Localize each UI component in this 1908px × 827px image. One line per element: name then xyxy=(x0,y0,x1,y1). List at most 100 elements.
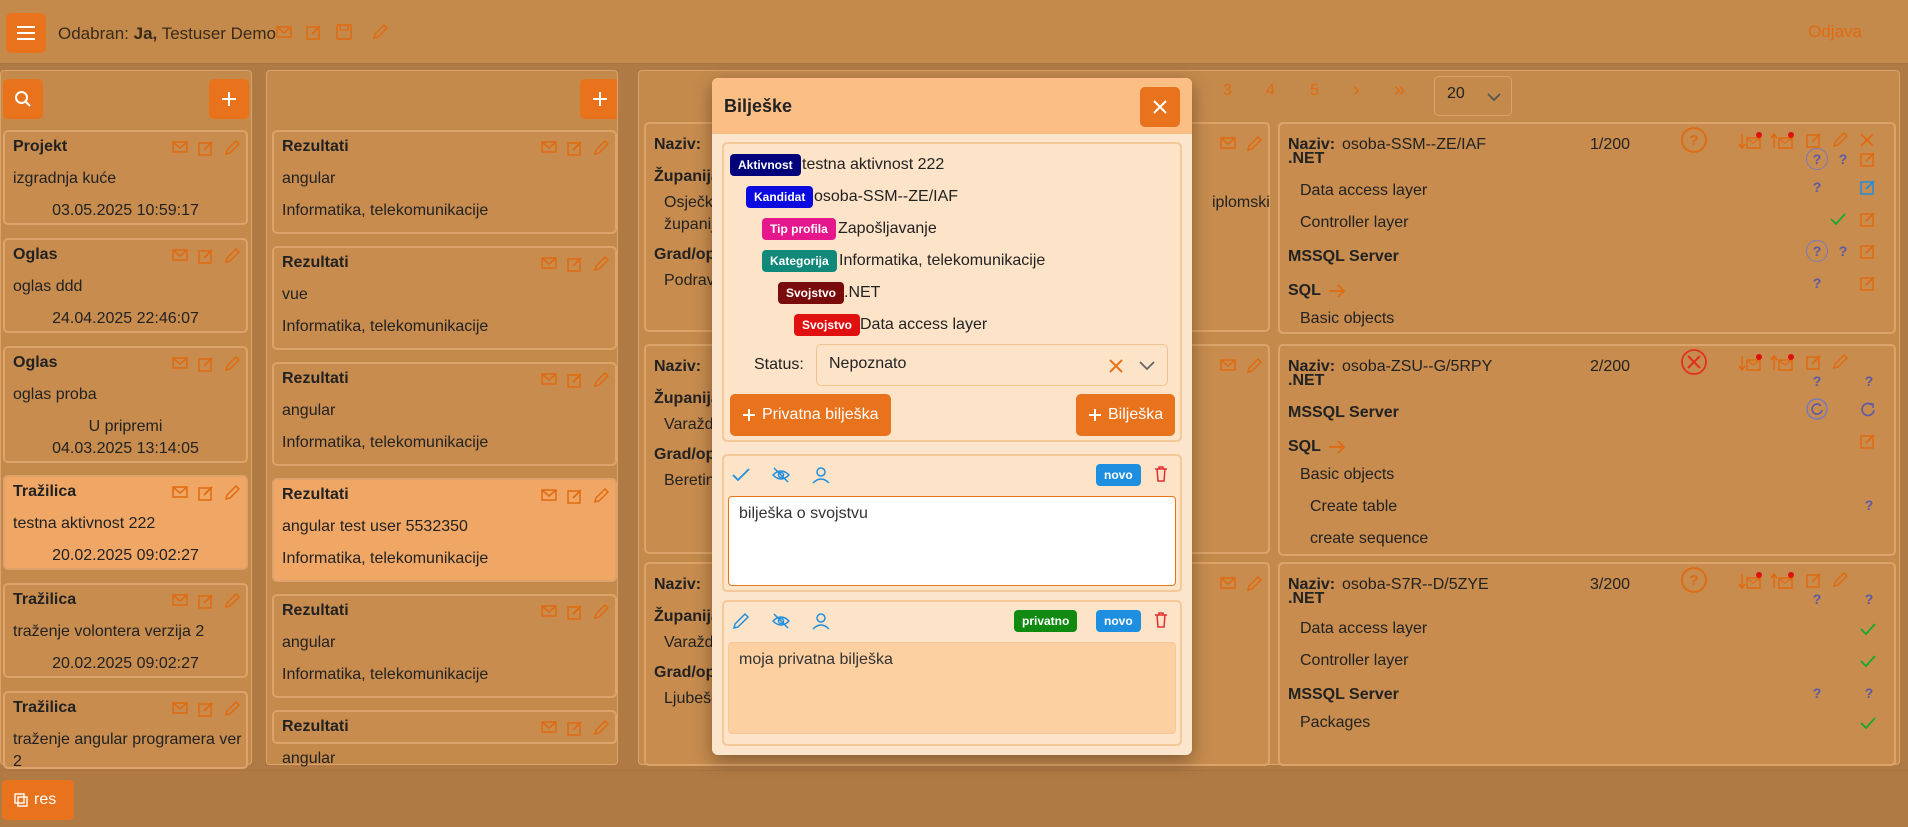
private-note-textarea[interactable]: moja privatna bilješka xyxy=(728,642,1176,734)
edit-icon[interactable] xyxy=(567,488,583,504)
edit-icon[interactable] xyxy=(1860,151,1876,167)
mail-icon[interactable] xyxy=(172,593,188,607)
question-icon[interactable]: ? xyxy=(1858,370,1880,392)
pencil-icon[interactable] xyxy=(593,720,609,736)
pencil-icon[interactable] xyxy=(1832,572,1848,588)
edit-icon[interactable] xyxy=(1860,243,1876,259)
activity-card[interactable]: Tražilica traženje volontera verzija 2 20.… xyxy=(3,583,248,678)
arrow-right-icon[interactable] xyxy=(1328,284,1346,298)
note-button[interactable]: Bilješka xyxy=(1076,394,1176,436)
logout-link[interactable]: Odjava xyxy=(1808,22,1862,42)
last-page[interactable]: » xyxy=(1394,79,1405,102)
user-icon[interactable] xyxy=(812,612,830,630)
download-mail-icon[interactable] xyxy=(1738,132,1762,150)
pencil-icon[interactable] xyxy=(593,140,609,156)
mail-icon[interactable] xyxy=(541,488,557,502)
activity-card[interactable]: Projekt izgradnja kuće 03.05.2025 10:59:17 xyxy=(3,130,248,225)
result-card[interactable]: Rezultati angular Informatika, telekomunik… xyxy=(272,130,617,234)
pencil-icon[interactable] xyxy=(1246,136,1262,152)
pencil-icon[interactable] xyxy=(224,140,240,156)
edit-icon[interactable] xyxy=(567,604,583,620)
page-4[interactable]: 4 xyxy=(1266,82,1275,100)
pencil-icon[interactable] xyxy=(224,485,240,501)
pencil-icon[interactable] xyxy=(1832,132,1848,148)
question-icon[interactable]: ? xyxy=(1858,494,1880,516)
pencil-icon[interactable] xyxy=(1246,576,1262,592)
note-textarea[interactable]: bilješka o svojstvu xyxy=(728,496,1176,586)
status-unknown-icon[interactable]: ? xyxy=(1806,240,1828,262)
mail-icon[interactable] xyxy=(1220,576,1236,590)
question-icon[interactable]: ? xyxy=(1680,126,1708,154)
edit-icon[interactable] xyxy=(198,140,214,156)
result-card[interactable]: Rezultati vue Informatika, telekomunikacij… xyxy=(272,246,617,350)
mail-icon[interactable] xyxy=(1220,136,1236,150)
edit-icon[interactable] xyxy=(198,701,214,717)
mail-icon[interactable] xyxy=(541,256,557,270)
download-mail-icon[interactable] xyxy=(1738,572,1762,590)
pencil-icon[interactable] xyxy=(732,612,750,630)
skills-card[interactable]: Naziv: osoba-S7R--D/5ZYE 3/200? .NET Data ac… xyxy=(1278,562,1896,766)
pencil-icon[interactable] xyxy=(1832,354,1848,370)
edit-icon[interactable] xyxy=(198,593,214,609)
activity-card[interactable]: Tražilica testna aktivnost 222 20.02.2025 … xyxy=(3,475,248,570)
edit-icon[interactable] xyxy=(198,356,214,372)
edit-icon[interactable] xyxy=(1860,275,1876,291)
mail-icon[interactable] xyxy=(172,485,188,499)
question-icon[interactable]: ? xyxy=(1806,370,1828,392)
question-icon[interactable]: ? xyxy=(1858,682,1880,704)
mail-icon[interactable] xyxy=(172,701,188,715)
add-button[interactable] xyxy=(580,79,617,119)
edit-icon[interactable] xyxy=(198,485,214,501)
mail-icon[interactable] xyxy=(541,372,557,386)
result-card[interactable]: Rezultati angular Informatika, telekomunik… xyxy=(272,594,617,698)
reject-icon[interactable] xyxy=(1680,348,1708,376)
upload-mail-icon[interactable] xyxy=(1770,572,1794,590)
page-3[interactable]: 3 xyxy=(1223,82,1232,100)
pencil-icon[interactable] xyxy=(224,248,240,264)
skills-card[interactable]: Naziv: osoba-ZSU--G/5RPY 2/200 .NET MSSQL Se… xyxy=(1278,344,1896,556)
pencil-icon[interactable] xyxy=(1246,358,1262,374)
question-icon[interactable]: ? xyxy=(1806,272,1828,294)
mail-icon[interactable] xyxy=(541,720,557,734)
clear-icon[interactable] xyxy=(1109,359,1123,373)
activity-card[interactable]: Tražilica traženje angular programera ver… xyxy=(3,691,248,770)
mail-icon[interactable] xyxy=(172,248,188,262)
arrow-right-icon[interactable] xyxy=(1328,440,1346,454)
question-icon[interactable]: ? xyxy=(1806,588,1828,610)
skills-card[interactable]: Naziv: osoba-SSM--ZE/IAF 1/200? .NET Data ac… xyxy=(1278,122,1896,334)
check-icon[interactable] xyxy=(732,468,750,482)
edit-icon[interactable] xyxy=(1860,433,1876,449)
activity-card[interactable]: Oglas oglas proba U pripremi 04.03.2025 13:… xyxy=(3,346,248,463)
mail-icon[interactable] xyxy=(276,24,292,40)
pencil-icon[interactable] xyxy=(593,488,609,504)
close-button[interactable] xyxy=(1140,87,1180,127)
pencil-icon[interactable] xyxy=(593,372,609,388)
mail-icon[interactable] xyxy=(172,356,188,370)
page-5[interactable]: 5 xyxy=(1310,82,1319,100)
edit-icon[interactable] xyxy=(1860,179,1876,195)
close-icon[interactable] xyxy=(1860,133,1874,147)
check-icon[interactable] xyxy=(1860,716,1876,730)
page-size-select[interactable]: 20 xyxy=(1434,76,1512,116)
private-note-button[interactable]: Privatna bilješka xyxy=(730,394,891,436)
result-card[interactable]: Rezultati angular test user 5532350 Inform… xyxy=(272,478,617,582)
edit-icon[interactable] xyxy=(567,372,583,388)
add-button[interactable] xyxy=(209,79,249,119)
check-icon[interactable] xyxy=(1860,622,1876,636)
trash-icon[interactable] xyxy=(1154,466,1168,482)
res-button[interactable]: res xyxy=(2,780,74,820)
user-icon[interactable] xyxy=(812,466,830,484)
edit-icon[interactable] xyxy=(198,248,214,264)
next-page[interactable]: › xyxy=(1353,79,1360,102)
edit-icon[interactable] xyxy=(1860,211,1876,227)
pencil-icon[interactable] xyxy=(224,701,240,717)
pencil-icon[interactable] xyxy=(593,604,609,620)
edit-icon[interactable] xyxy=(567,720,583,736)
question-icon[interactable]: ? xyxy=(1858,588,1880,610)
pencil-icon[interactable] xyxy=(224,356,240,372)
check-icon[interactable] xyxy=(1830,212,1846,226)
pencil-icon[interactable] xyxy=(224,593,240,609)
question-icon[interactable]: ? xyxy=(1680,566,1708,594)
result-card[interactable]: Rezultati angular xyxy=(272,710,617,767)
edit-icon[interactable] xyxy=(567,140,583,156)
